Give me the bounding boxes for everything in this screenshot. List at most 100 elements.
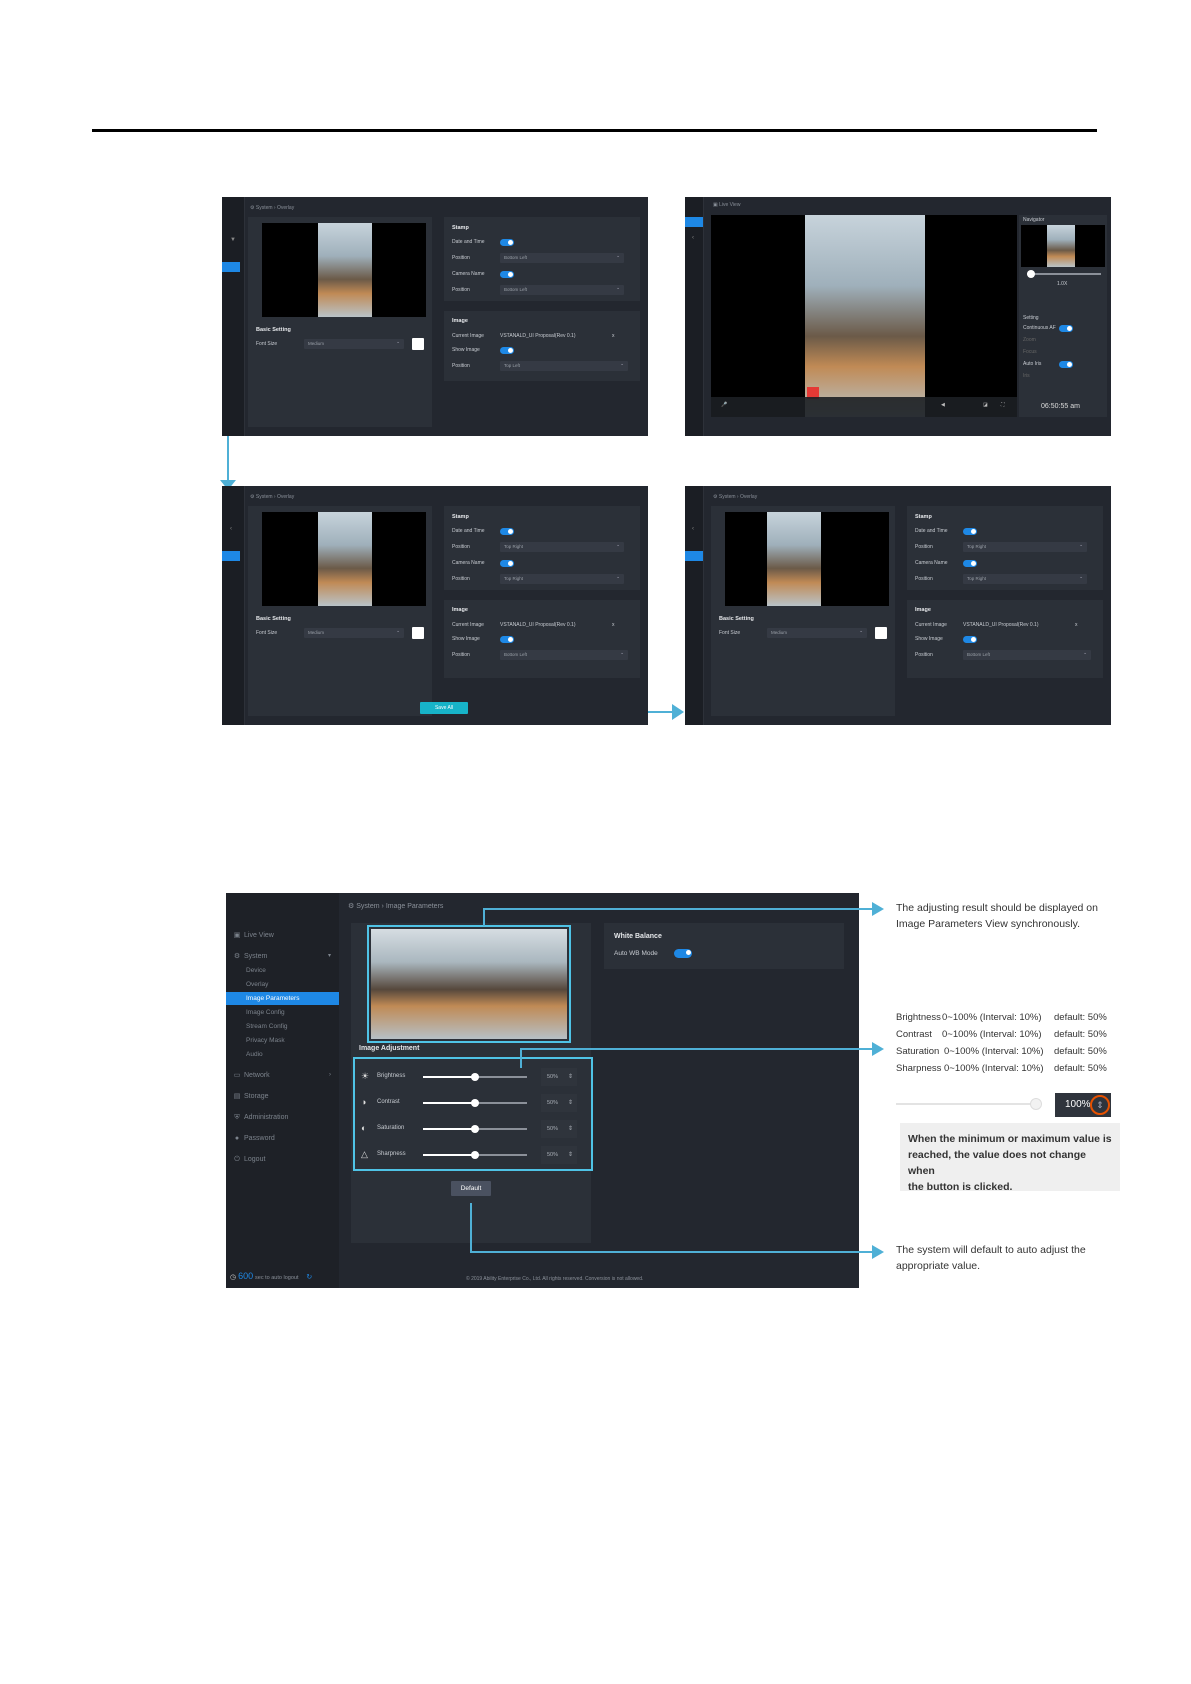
chevron-icon: ‹ [230,526,232,532]
sidebar: ▼ [222,197,245,436]
sidebar-item-logout[interactable]: ⏻ Logout [226,1153,339,1166]
adjustment-slider[interactable] [423,1073,527,1081]
camera-name-toggle[interactable] [500,271,514,278]
adjustment-slider[interactable] [423,1125,527,1133]
sidebar-item-administration[interactable]: ⛨ Administration [226,1111,339,1124]
slider-fill [423,1076,475,1078]
sidebar-item-overlay[interactable]: Overlay [226,978,339,991]
default-button[interactable]: Default [451,1181,491,1196]
show-image-label: Show Image [452,636,480,642]
stamp-position-select[interactable]: Bottom Left [500,251,624,263]
stamp-title: Stamp [915,514,932,520]
sidebar-active-marker[interactable] [685,217,703,227]
sidebar: ▣ Live View ⚙ System ▾ Device Overlay Image Par… [226,893,339,1288]
stamp-position-select[interactable]: Top Right [963,540,1087,552]
close-icon[interactable]: x [612,333,615,339]
sidebar-item-stream-config[interactable]: Stream Config [226,1020,339,1033]
adjustment-number-input[interactable]: 50% [541,1094,577,1112]
date-time-label: Date and Time [452,528,485,534]
date-time-toggle[interactable] [963,528,977,535]
save-all-button[interactable]: Save All [420,702,468,714]
font-color-swatch[interactable] [412,338,424,350]
sidebar-item-privacy-mask[interactable]: Privacy Mask [226,1034,339,1047]
preview-image [767,512,821,606]
sidebar-active-marker[interactable] [685,551,703,561]
adjustment-number-input[interactable]: 50% [541,1120,577,1138]
adjustment-number-input[interactable]: 50% [541,1068,577,1086]
image-position-select[interactable]: Top Left [500,359,628,371]
annotation-line: Image Parameters View synchronously. [896,918,1081,930]
show-image-toggle[interactable] [963,636,977,643]
volume-icon[interactable]: ◀ [941,402,945,408]
refresh-icon[interactable]: ↻ [306,1274,312,1281]
sidebar-item-device[interactable]: Device [226,964,339,977]
font-color-swatch[interactable] [875,627,887,639]
camera-name-label: Camera Name [915,560,948,566]
camera-position-select[interactable]: Top Right [500,572,624,584]
clock-readout: 06:50:55 am [1041,403,1080,410]
adjustment-row-sharpness: △ Sharpness 50% [351,1145,591,1165]
show-image-toggle[interactable] [500,347,514,354]
zoom-slider[interactable] [1027,270,1101,278]
sidebar-item-storage[interactable]: ▤ Storage [226,1090,339,1103]
stamp-position-select[interactable]: Top Right [500,540,624,552]
sidebar-item-live-view[interactable]: ▣ Live View [226,929,339,942]
gear-icon: ⚙ [348,903,355,910]
font-size-select[interactable]: Medium [767,626,867,638]
preview-highlight-box [367,925,571,1043]
font-size-select[interactable]: Medium [304,626,404,638]
power-icon: ⏻ [234,1156,240,1163]
image-parameters-screenshot: ▣ Live View ⚙ System ▾ Device Overlay Image Par… [226,893,859,1288]
adjustment-row-brightness: ☀ Brightness 50% [351,1067,591,1087]
fullscreen-icon[interactable]: ⛶ [1001,402,1005,408]
range-name: Saturation [896,1046,940,1057]
font-color-swatch[interactable] [412,627,424,639]
zoom-label: Zoom [1023,337,1036,343]
auto-iris-toggle[interactable] [1059,361,1073,368]
date-time-toggle[interactable] [500,528,514,535]
preview-image [318,223,372,317]
slider-knob[interactable] [471,1073,479,1081]
sidebar-active-marker[interactable] [222,262,240,272]
adjustment-number-input[interactable]: 50% [541,1146,577,1164]
slider-knob[interactable] [471,1125,479,1133]
close-icon[interactable]: x [612,622,615,628]
timer-text: sec to auto logout [255,1275,299,1281]
sidebar-item-image-config[interactable]: Image Config [226,1006,339,1019]
date-time-toggle[interactable] [500,239,514,246]
snapshot-icon[interactable]: ◪ [983,402,988,408]
sidebar-item-password[interactable]: ● Password [226,1132,339,1145]
breadcrumb-system[interactable]: System [356,903,379,910]
slider-knob[interactable] [471,1099,479,1107]
sidebar-item-audio[interactable]: Audio [226,1048,339,1061]
stepper-arrows-icon[interactable]: ⇕ [1090,1095,1110,1115]
show-image-toggle[interactable] [500,636,514,643]
camera-position-select[interactable]: Top Right [963,572,1087,584]
image-position-select[interactable]: Bottom Left [963,648,1091,660]
show-image-label: Show Image [452,347,480,353]
font-size-select[interactable]: Medium [304,337,404,349]
camera-name-toggle[interactable] [500,560,514,567]
slider-knob[interactable] [471,1151,479,1159]
adjustment-slider[interactable] [423,1151,527,1159]
continuous-af-toggle[interactable] [1059,325,1073,332]
adjustment-slider[interactable] [423,1099,527,1107]
sidebar-active-marker[interactable] [222,551,240,561]
microphone-icon[interactable]: 🎤 [721,402,727,408]
sidebar-item-network[interactable]: ▭ Network › [226,1069,339,1082]
annotation-ranges: Brightness 0~100% (Interval: 10%) default:… [896,1012,1116,1080]
navigator-panel: Navigator 1.0X Setting Continuous AF Zoo… [1019,215,1107,417]
image-adjustment-title: Image Adjustment [359,1045,420,1052]
overlay-screenshot-4: ‹ ⚙ System › Overlay Basic Setting Font … [685,486,1111,725]
camera-position-select[interactable]: Bottom Left [500,283,624,295]
sidebar-item-image-parameters[interactable]: Image Parameters [226,992,339,1005]
sidebar-item-label: Administration [244,1114,289,1121]
sidebar-item-system[interactable]: ⚙ System ▾ [226,950,339,963]
auto-wb-toggle[interactable] [674,949,692,958]
breadcrumb-separator: › [381,903,384,910]
chevron-icon: ‹ [692,235,694,241]
sharpness-icon: △ [361,1149,368,1159]
image-position-select[interactable]: Bottom Left [500,648,628,660]
close-icon[interactable]: x [1075,622,1078,628]
camera-name-toggle[interactable] [963,560,977,567]
